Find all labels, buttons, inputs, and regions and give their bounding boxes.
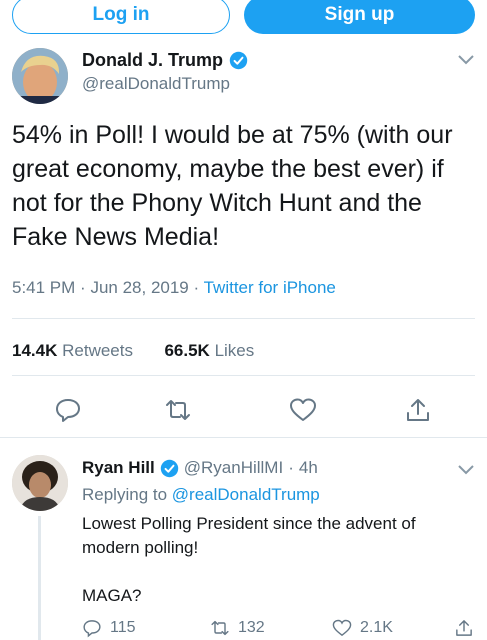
chevron-down-icon[interactable] — [457, 464, 475, 476]
reply-retweets-count: 132 — [238, 619, 265, 636]
divider — [12, 318, 475, 319]
tweet-date[interactable]: Jun 28, 2019 — [90, 278, 188, 297]
replying-prefix: Replying to — [82, 485, 168, 504]
reply-likes-count: 2.1K — [360, 619, 393, 636]
meta-separator: · — [193, 278, 200, 297]
tweet-timestamp: 5:41 PM · Jun 28, 2019 · Twitter for iPh… — [12, 278, 336, 298]
thread-line — [38, 516, 41, 640]
reply-author-row: Ryan Hill @RyanHillMI · 4h — [82, 458, 318, 478]
replying-to: Replying to @realDonaldTrump — [82, 485, 320, 505]
chevron-down-icon[interactable] — [457, 54, 475, 66]
meta-separator: · — [80, 278, 86, 297]
likes-count[interactable]: 66.5K — [164, 341, 209, 360]
avatar[interactable] — [12, 455, 68, 511]
reply-icon[interactable] — [54, 397, 82, 423]
tweet-source-link[interactable]: Twitter for iPhone — [204, 278, 336, 297]
like-icon[interactable] — [289, 397, 317, 423]
avatar[interactable] — [12, 48, 68, 104]
tweet-stats: 14.4K Retweets 66.5K Likes — [12, 341, 254, 361]
reply-author-name[interactable]: Ryan Hill — [82, 458, 155, 478]
tweet-text: 54% in Poll! I would be at 75% (with our… — [12, 121, 453, 251]
share-icon[interactable] — [454, 618, 474, 638]
auth-bar: Log in Sign up — [0, 0, 487, 38]
author-name-row[interactable]: Donald J. Trump — [82, 50, 248, 71]
reply-tweet: Ryan Hill @RyanHillMI · 4h Replying to @… — [0, 438, 487, 640]
reply-share-action[interactable] — [454, 618, 474, 638]
likes-label[interactable]: Likes — [215, 341, 255, 360]
reply-icon[interactable] — [82, 618, 102, 638]
reply-age[interactable]: 4h — [299, 458, 318, 478]
reply-text: Lowest Polling President since the adven… — [82, 512, 472, 632]
author-name[interactable]: Donald J. Trump — [82, 50, 223, 71]
replying-to-link[interactable]: @realDonaldTrump — [172, 485, 320, 504]
tweet-time[interactable]: 5:41 PM — [12, 278, 75, 297]
verified-badge-icon — [229, 51, 248, 70]
reply-author-handle[interactable]: @RyanHillMI — [184, 458, 283, 478]
retweets-count[interactable]: 14.4K — [12, 341, 57, 360]
reply-text-line: Lowest Polling President since the adven… — [82, 514, 416, 557]
divider — [12, 375, 475, 376]
author-handle[interactable]: @realDonaldTrump — [82, 74, 230, 94]
replies-count: 115 — [110, 619, 136, 636]
retweets-label[interactable]: Retweets — [62, 341, 133, 360]
verified-badge-icon — [160, 459, 178, 477]
retweet-icon[interactable] — [164, 397, 192, 423]
reply-text-line: MAGA? — [82, 586, 142, 605]
share-icon[interactable] — [404, 397, 432, 423]
reply-reply-action[interactable]: 115 — [82, 618, 136, 638]
reply-retweet-action[interactable]: 132 — [210, 618, 265, 638]
reply-separator: · — [288, 458, 294, 477]
signup-button[interactable]: Sign up — [244, 0, 475, 34]
login-button[interactable]: Log in — [12, 0, 230, 34]
like-icon[interactable] — [332, 618, 352, 638]
reply-like-action[interactable]: 2.1K — [332, 618, 393, 638]
retweet-icon[interactable] — [210, 618, 230, 638]
